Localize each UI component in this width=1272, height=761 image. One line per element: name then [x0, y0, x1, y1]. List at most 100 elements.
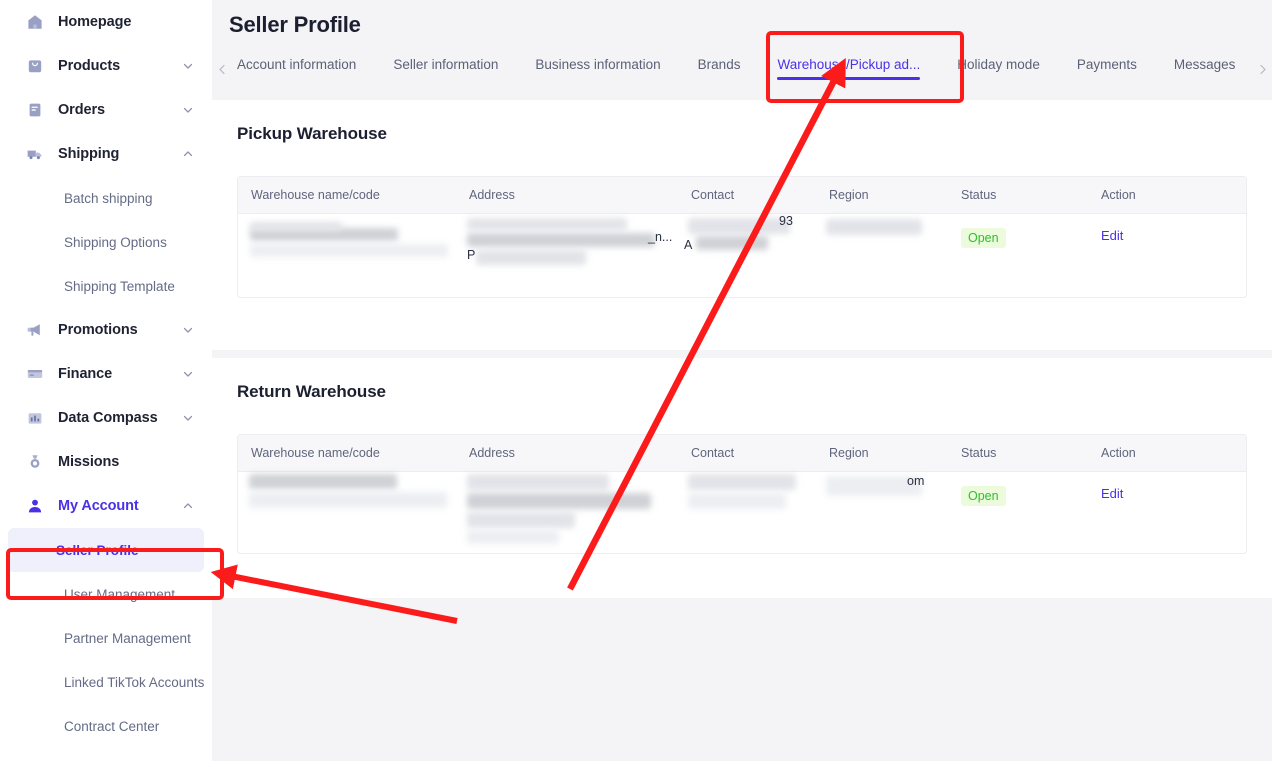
sidebar-subitem-label: Seller Profile: [56, 542, 139, 558]
sidebar-subitem-partner-management[interactable]: Partner Management: [8, 616, 204, 660]
app-root: Homepage Products Orders Shipping Batch …: [0, 0, 1272, 761]
sidebar-subitem-user-management[interactable]: User Management: [8, 572, 204, 616]
sidebar-subitem-batch-shipping[interactable]: Batch shipping: [8, 176, 204, 220]
return-warehouse-table: Warehouse name/code Address Contact Regi…: [237, 434, 1247, 554]
tab-business-information[interactable]: Business information: [535, 58, 660, 80]
chevron-down-icon: [182, 60, 194, 72]
sidebar-item-missions[interactable]: Missions: [0, 440, 212, 484]
truck-icon: [26, 145, 44, 163]
cell-action: Edit: [1088, 214, 1198, 297]
column-header-region: Region: [829, 446, 869, 460]
column-header-contact: Contact: [691, 446, 735, 460]
megaphone-icon: [26, 321, 44, 339]
cell-address-truncation: _n...: [648, 230, 673, 244]
cell-contact: A 93: [678, 214, 816, 297]
user-icon: [26, 497, 44, 515]
sidebar-subitem-label: Partner Management: [64, 630, 191, 646]
cell-contact-number-fragment: 93: [779, 214, 793, 228]
cell-region: [816, 214, 948, 297]
credit-card-icon: [26, 365, 44, 383]
sidebar-subitem-label: User Management: [64, 586, 176, 602]
cell-action: Edit: [1088, 472, 1198, 553]
edit-button[interactable]: Edit: [1101, 228, 1123, 243]
sidebar-item-label: Homepage: [58, 14, 132, 30]
bar-chart-icon: [26, 409, 44, 427]
sidebar-item-label: Data Compass: [58, 410, 158, 426]
tab-bar: Account information Seller information B…: [212, 48, 1272, 90]
sidebar-subitem-shipping-template[interactable]: Shipping Template: [8, 264, 204, 308]
sidebar-subitem-shipping-options[interactable]: Shipping Options: [8, 220, 204, 264]
sidebar-item-orders[interactable]: Orders: [0, 88, 212, 132]
sidebar-item-label: Promotions: [58, 322, 138, 338]
tab-brands[interactable]: Brands: [698, 58, 741, 80]
tab-account-information[interactable]: Account information: [237, 58, 356, 80]
cell-warehouse-name-code: [238, 472, 456, 553]
column-header-action: Action: [1101, 446, 1136, 460]
home-icon: [26, 13, 44, 31]
table-row: P _n... A 93 Open Edit: [238, 214, 1246, 297]
chevron-up-icon: [182, 148, 194, 160]
column-header-action: Action: [1101, 188, 1136, 202]
sidebar-item-shipping[interactable]: Shipping: [0, 132, 212, 176]
tab-holiday-mode[interactable]: Holiday mode: [957, 58, 1040, 80]
sidebar-item-finance[interactable]: Finance: [0, 352, 212, 396]
tab-label: Seller information: [393, 57, 499, 73]
cell-contact: [678, 472, 816, 553]
sidebar-subitem-label: Shipping Template: [64, 278, 175, 294]
table-header-row: Warehouse name/code Address Contact Regi…: [238, 177, 1246, 214]
sidebar-subitem-contract-center[interactable]: Contract Center: [8, 704, 204, 748]
column-header-status: Status: [961, 188, 997, 202]
cell-region-fragment: om: [907, 474, 925, 488]
column-header-warehouse-name-code: Warehouse name/code: [251, 446, 380, 460]
sidebar-item-data-compass[interactable]: Data Compass: [0, 396, 212, 440]
tabs-scroll-left-button[interactable]: [212, 64, 232, 75]
tabs-scroll-right-button[interactable]: [1252, 64, 1272, 75]
table-row: om Open Edit: [238, 472, 1246, 553]
sidebar-item-label: Products: [58, 58, 121, 74]
sidebar: Homepage Products Orders Shipping Batch …: [0, 0, 212, 761]
table-header-row: Warehouse name/code Address Contact Regi…: [238, 435, 1246, 472]
sidebar-subitem-label: Contract Center: [64, 718, 160, 734]
sidebar-item-promotions[interactable]: Promotions: [0, 308, 212, 352]
chevron-down-icon: [182, 324, 194, 336]
cell-address-fragment: P: [467, 248, 476, 262]
tab-label: Brands: [697, 57, 741, 73]
main-content: Seller Profile Account information Selle…: [212, 0, 1272, 761]
sidebar-item-label: Shipping: [58, 146, 120, 162]
tab-label: Payments: [1076, 57, 1137, 73]
tab-label: Warehouse/Pickup ad...: [777, 57, 921, 73]
sidebar-subitem-label: Batch shipping: [64, 190, 153, 206]
status-badge: Open: [961, 486, 1006, 506]
edit-button[interactable]: Edit: [1101, 486, 1123, 501]
cell-region: om: [816, 472, 948, 553]
sidebar-item-products[interactable]: Products: [0, 44, 212, 88]
tab-messages[interactable]: Messages: [1174, 58, 1236, 80]
tab-payments[interactable]: Payments: [1077, 58, 1137, 80]
chevron-down-icon: [182, 104, 194, 116]
tab-label: Account information: [237, 57, 357, 73]
page-title: Seller Profile: [229, 12, 361, 37]
pickup-warehouse-card: Pickup Warehouse Warehouse name/code Add…: [212, 100, 1272, 350]
shopping-bag-icon: [26, 57, 44, 75]
tab-label: Holiday mode: [957, 57, 1040, 73]
sidebar-subitem-label: Linked TikTok Accounts: [64, 674, 205, 690]
cell-address: P _n...: [456, 214, 678, 297]
sidebar-item-homepage[interactable]: Homepage: [0, 0, 212, 44]
sidebar-item-label: Finance: [58, 366, 113, 382]
sidebar-item-my-account[interactable]: My Account: [0, 484, 212, 528]
chevron-down-icon: [182, 412, 194, 424]
clipboard-icon: [26, 101, 44, 119]
cell-address: [456, 472, 678, 553]
return-warehouse-card: Return Warehouse Warehouse name/code Add…: [212, 358, 1272, 598]
sidebar-subitem-linked-tiktok-accounts[interactable]: Linked TikTok Accounts: [8, 660, 204, 704]
cell-warehouse-name-code: [238, 214, 456, 297]
column-header-warehouse-name-code: Warehouse name/code: [251, 188, 380, 202]
sidebar-subitem-seller-profile[interactable]: Seller Profile: [8, 528, 204, 572]
column-header-address: Address: [469, 446, 515, 460]
tab-seller-information[interactable]: Seller information: [393, 58, 498, 80]
pickup-warehouse-table: Warehouse name/code Address Contact Regi…: [237, 176, 1247, 298]
tab-warehouse-pickup-address[interactable]: Warehouse/Pickup ad...: [777, 58, 920, 80]
tab-label: Messages: [1173, 57, 1236, 73]
status-badge: Open: [961, 228, 1006, 248]
cell-contact-fragment: A: [684, 238, 693, 252]
